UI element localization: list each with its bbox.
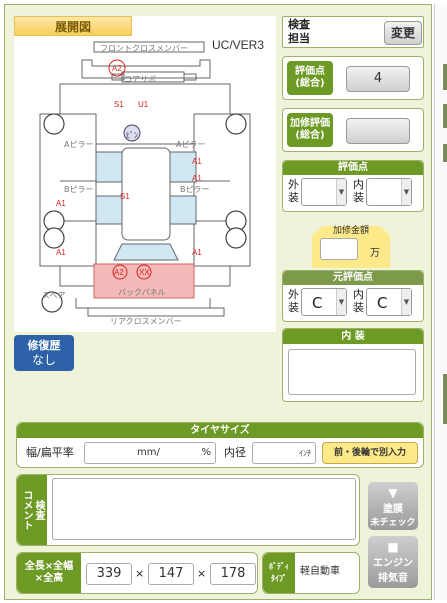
damage-mark: A1 <box>56 199 66 208</box>
a-pillar-right-label: Aピラー <box>176 140 206 149</box>
orig-exterior-select[interactable]: C ▼ <box>301 288 347 316</box>
overall-score-label: 評価点 (総合) <box>287 61 333 95</box>
restore-score-value[interactable] <box>346 118 410 144</box>
tire-ratio-label: 幅/扁平率 <box>26 446 74 459</box>
rear-glass-fill <box>113 243 179 261</box>
damage-mark: S1 <box>114 100 124 109</box>
repair-cost-unit: 万 <box>370 248 380 259</box>
width-input[interactable]: 147 <box>148 563 194 585</box>
wheel-rear-right <box>225 227 247 249</box>
orig-ext-label-2: 装 <box>288 301 299 314</box>
score-ext-label-1: 外 <box>288 178 299 191</box>
inspection-window: 展開図 UC/VER3 フロントクロスメンバー コアサポ Aピラー Aピラー B… <box>0 0 447 603</box>
body-type-label: ﾎﾞﾃﾞｨ ﾀｲﾌﾟ <box>263 553 295 593</box>
back-panel-label: バックパネル <box>118 288 166 297</box>
paint-icon: ▼ <box>388 486 398 500</box>
tire-width-input[interactable]: mm/ % <box>84 442 216 464</box>
damage-mark: A1 <box>192 157 202 166</box>
restore-score-label: 加修評価 (総合) <box>287 113 333 147</box>
repair-cost-input[interactable] <box>320 238 358 260</box>
chevron-down-icon: ▼ <box>336 179 346 205</box>
interior-textarea[interactable] <box>288 349 416 395</box>
car-diagram-svg[interactable] <box>14 16 276 332</box>
damage-mark: A2 <box>114 268 124 277</box>
times-sign: × <box>197 567 207 580</box>
damage-mark: A1 <box>192 248 202 257</box>
repair-history-label: 修復歴 <box>27 339 61 352</box>
interior-title: 内 装 <box>283 329 423 344</box>
height-input[interactable]: 178 <box>210 563 256 585</box>
repair-history-value: なし <box>31 353 56 367</box>
a-pillar-left-label: Aピラー <box>64 140 94 149</box>
times-sign: × <box>135 567 145 580</box>
front-cross-member-label: フロントクロスメンバー <box>100 44 188 53</box>
inspector-label-2: 担当 <box>288 32 310 45</box>
score-exterior-select[interactable]: ▼ <box>301 178 347 206</box>
comment-textarea[interactable] <box>52 478 356 540</box>
damage-mark: S1 <box>120 192 130 201</box>
b-pillar-left-label: Bピラー <box>64 185 94 194</box>
change-inspector-button[interactable]: 変更 <box>384 21 422 45</box>
overall-score-value[interactable]: 4 <box>346 66 410 92</box>
tire-separate-button[interactable]: 前・後輪で別入力 <box>322 442 418 464</box>
score-int-label-1: 内 <box>353 178 364 191</box>
tire-inner-label: 内径 <box>224 446 246 459</box>
inspector-label-1: 検査 <box>288 18 310 31</box>
spare-label: スペア <box>42 291 66 300</box>
scrollbar-strip[interactable] <box>434 4 447 600</box>
chevron-down-icon: ▼ <box>336 289 346 315</box>
chevron-down-icon: ▼ <box>401 289 411 315</box>
body-type-value[interactable]: 軽自動車 <box>298 560 356 586</box>
orig-int-label-1: 内 <box>353 288 364 301</box>
tire-title: タイヤサイズ <box>17 423 423 438</box>
b-pillar-right-fill <box>169 195 197 225</box>
score-interior-select[interactable]: ▼ <box>366 178 412 206</box>
orig-interior-select[interactable]: C ▼ <box>366 288 412 316</box>
score-ext-label-2: 装 <box>288 191 299 204</box>
score-title: 評価点 <box>283 161 423 175</box>
damage-mark: A1 <box>192 174 202 183</box>
wheel-rear-left <box>43 227 65 249</box>
pin-mark: ﾋﾟﾝ <box>126 131 138 140</box>
damage-mark: U1 <box>138 100 149 109</box>
b-pillar-right-label: Bピラー <box>180 185 210 194</box>
damage-mark: XX <box>139 268 150 277</box>
orig-int-label-2: 装 <box>353 301 364 314</box>
core-support-label: コアサポ <box>124 75 156 84</box>
rear-cross-member-label: リアクロスメンバー <box>110 317 182 326</box>
engine-icon: ■ <box>387 540 399 554</box>
damage-mark: A2 <box>112 64 122 73</box>
chevron-down-icon: ▼ <box>401 179 411 205</box>
repair-history-button[interactable]: 修復歴 なし <box>14 335 74 371</box>
score-int-label-2: 装 <box>353 191 364 204</box>
damage-mark: A1 <box>56 248 66 257</box>
a-pillar-left-fill <box>95 151 123 183</box>
b-pillar-left-fill <box>95 195 123 225</box>
orig-ext-label-1: 外 <box>288 288 299 301</box>
engine-sound-button[interactable]: ■ エンジン 排気音 <box>368 536 418 588</box>
rear-cross-member-shape <box>87 307 225 317</box>
repair-cost-label: 加修金額 <box>332 226 369 236</box>
tire-inner-input[interactable]: ｲﾝﾁ <box>252 442 316 464</box>
paint-check-button[interactable]: ▼ 塗膜 未チェック <box>368 482 418 530</box>
dimensions-label: 全長×全幅 ×全高 <box>17 553 81 593</box>
comment-label: 検査 コメント <box>17 475 47 545</box>
orig-score-title: 元評価点 <box>283 271 423 285</box>
length-input[interactable]: 339 <box>86 563 132 585</box>
